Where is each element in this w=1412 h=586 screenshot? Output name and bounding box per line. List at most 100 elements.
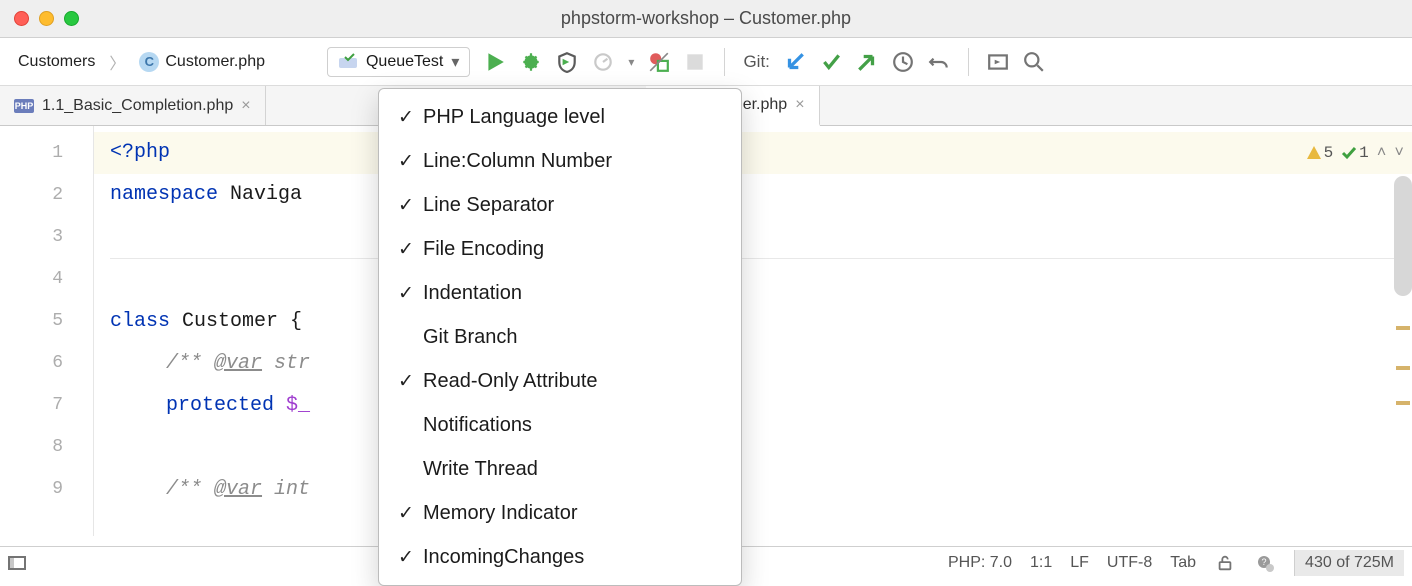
checkmark-icon: ✓	[393, 106, 419, 129]
chevron-down-icon[interactable]: ˅	[1394, 132, 1404, 174]
close-icon[interactable]: ×	[241, 97, 250, 115]
context-menu-item[interactable]: Git Branch	[379, 315, 741, 359]
context-menu-label: Read-Only Attribute	[419, 370, 727, 393]
marker-stripe[interactable]	[1396, 326, 1410, 330]
checkmark-icon: ✓	[393, 370, 419, 393]
debug-icon[interactable]	[520, 51, 542, 73]
context-menu-item[interactable]: ✓Line:Column Number	[379, 139, 741, 183]
context-menu-label: File Encoding	[419, 238, 727, 261]
context-menu-item[interactable]: ✓IncomingChanges	[379, 535, 741, 579]
context-menu-item[interactable]: ✓File Encoding	[379, 227, 741, 271]
coverage-icon[interactable]	[556, 51, 578, 73]
context-menu-label: IncomingChanges	[419, 546, 727, 569]
context-menu-label: Notifications	[419, 414, 727, 437]
line-number[interactable]: 8	[0, 426, 93, 468]
code-token: {	[290, 310, 302, 333]
memory-indicator[interactable]: 430 of 725M	[1294, 550, 1404, 576]
statusbar-context-menu: ✓PHP Language level✓Line:Column Number✓L…	[378, 88, 742, 586]
code-comment: /** @var str	[166, 352, 310, 375]
context-menu-label: Line:Column Number	[419, 150, 727, 173]
line-number[interactable]: 5	[0, 300, 93, 342]
tab-label: 1.1_Basic_Completion.php	[42, 97, 233, 115]
context-menu-item[interactable]: Write Thread	[379, 447, 741, 491]
gutter: 1 2 3 4 5 6 7 8 9	[0, 126, 94, 536]
search-icon[interactable]	[1023, 51, 1045, 73]
tab-basic-completion[interactable]: PHP 1.1_Basic_Completion.php ×	[0, 86, 266, 125]
history-icon[interactable]	[892, 51, 914, 73]
checkmark-icon: ✓	[393, 282, 419, 305]
unlock-icon[interactable]	[1214, 552, 1236, 574]
svg-text:?: ?	[1262, 557, 1267, 567]
marker-stripe[interactable]	[1396, 366, 1410, 370]
breadcrumb-file[interactable]: C Customer.php	[131, 48, 273, 76]
chevron-right-icon: 〉	[109, 50, 125, 74]
vcs-commit-icon[interactable]	[820, 51, 842, 73]
class-file-icon: C	[139, 52, 159, 72]
context-menu-label: Write Thread	[419, 458, 727, 481]
window-title: phpstorm-workshop – Customer.php	[0, 8, 1412, 29]
breadcrumb-file-label: Customer.php	[165, 53, 265, 70]
toolbar-actions: ▾ Git:	[484, 48, 1044, 76]
line-number[interactable]: 7	[0, 384, 93, 426]
undo-icon[interactable]	[928, 51, 950, 73]
code-token: class	[110, 310, 170, 333]
warning-count: 5	[1324, 132, 1334, 174]
profile-icon[interactable]	[592, 51, 614, 73]
line-number[interactable]: 1	[0, 132, 93, 174]
chevron-up-icon[interactable]: ˄	[1377, 132, 1387, 174]
run-icon[interactable]	[484, 51, 506, 73]
scrollbar-thumb[interactable]	[1394, 176, 1412, 296]
code-token: <?php	[110, 141, 170, 164]
code-token: Naviga	[218, 183, 302, 206]
context-menu-item[interactable]: Notifications	[379, 403, 741, 447]
marker-stripe[interactable]	[1396, 401, 1410, 405]
code-comment: /** @var int	[166, 478, 310, 501]
status-encoding[interactable]: UTF-8	[1107, 554, 1152, 572]
line-number[interactable]: 2	[0, 174, 93, 216]
status-indent[interactable]: Tab	[1170, 554, 1196, 572]
tool-windows-icon[interactable]	[6, 552, 28, 574]
status-php[interactable]: PHP: 7.0	[948, 554, 1012, 572]
status-position[interactable]: 1:1	[1030, 554, 1052, 572]
context-menu-item[interactable]: ✓Memory Indicator	[379, 491, 741, 535]
inspections-gear-icon[interactable]: ?	[1254, 552, 1276, 574]
context-menu-label: Indentation	[419, 282, 727, 305]
context-menu-item[interactable]: ✓PHP Language level	[379, 95, 741, 139]
git-label: Git:	[743, 52, 769, 72]
chevron-down-icon: ▾	[451, 52, 459, 72]
context-menu-item[interactable]: ✓Read-Only Attribute	[379, 359, 741, 403]
run-config-selector[interactable]: QueueTest ▾	[327, 47, 470, 77]
status-separator[interactable]: LF	[1070, 554, 1089, 572]
checkmark-icon: ✓	[393, 194, 419, 217]
code-area[interactable]: <?php namespace Navigars; class Customer…	[94, 126, 1412, 536]
checkmark-icon: ✓	[393, 150, 419, 173]
code-token: namespace	[110, 183, 218, 206]
context-menu-item[interactable]: ✓Line Separator	[379, 183, 741, 227]
context-menu-item[interactable]: ✓Indentation	[379, 271, 741, 315]
stop-icon[interactable]	[684, 51, 706, 73]
titlebar: phpstorm-workshop – Customer.php	[0, 0, 1412, 38]
php-test-icon	[338, 52, 358, 72]
ok-count: 1	[1359, 132, 1369, 174]
php-file-icon: PHP	[14, 99, 34, 113]
line-number[interactable]: 6	[0, 342, 93, 384]
run-target-icon[interactable]	[987, 51, 1009, 73]
breadcrumb-root[interactable]: Customers	[10, 49, 103, 75]
context-menu-label: Line Separator	[419, 194, 727, 217]
code-token: Customer	[170, 310, 290, 333]
line-number[interactable]: 3	[0, 216, 93, 258]
vcs-push-icon[interactable]	[856, 51, 878, 73]
run-config-name: QueueTest	[366, 53, 443, 71]
line-number[interactable]: 9	[0, 468, 93, 510]
chevron-down-icon[interactable]: ▾	[628, 55, 634, 69]
checkmark-icon: ✓	[393, 546, 419, 569]
vcs-update-icon[interactable]	[784, 51, 806, 73]
code-token: $_	[274, 394, 310, 417]
line-number[interactable]: 4	[0, 258, 93, 300]
checkmark-icon: ✓	[393, 502, 419, 525]
close-icon[interactable]: ×	[795, 96, 804, 114]
context-menu-label: Memory Indicator	[419, 502, 727, 525]
breadcrumb: Customers 〉 C Customer.php	[6, 48, 277, 76]
stop-at-breakpoint-icon[interactable]	[648, 51, 670, 73]
inspections-widget[interactable]: 5 1 ˄ ˅	[1306, 132, 1404, 174]
